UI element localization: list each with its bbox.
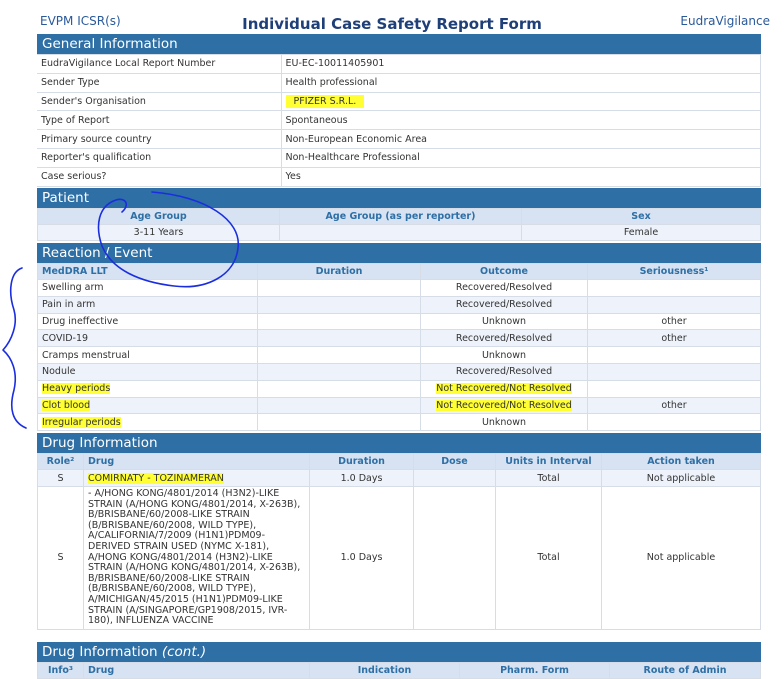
table-row: Nodule Recovered/Resolved — [37, 362, 761, 381]
case-serious: Yes — [281, 166, 761, 187]
table-row: Pain in arm Recovered/Resolved — [37, 295, 761, 314]
highlighted-reaction: Irregular periods — [42, 416, 121, 428]
table-row: 3-11 Years Female — [37, 224, 761, 241]
eudravigilance-label: EudraVigilance — [680, 14, 770, 28]
patient-table: Age Group Age Group (as per reporter) Se… — [37, 208, 761, 241]
table-row: COVID-19 Recovered/Resolved other — [37, 329, 761, 348]
form-title: Individual Case Safety Report Form — [242, 15, 542, 33]
reaction-table: MedDRA LLT Duration Outcome Seriousness¹… — [37, 263, 761, 432]
table-row: Irregular periods Unknown — [37, 413, 761, 432]
general-information-table: EudraVigilance Local Report Number EU-EC-… — [37, 54, 761, 187]
drug-table: Role² Drug Duration Dose Units in Interv… — [37, 453, 761, 630]
reporter-qualification: Non-Healthcare Professional — [281, 147, 761, 168]
table-header-row: MedDRA LLT Duration Outcome Seriousness¹ — [37, 263, 761, 280]
table-header-row: Age Group Age Group (as per reporter) Se… — [37, 208, 761, 225]
table-row: Type of Report Spontaneous — [37, 110, 761, 131]
brace-annotation — [2, 267, 27, 429]
table-row: Cramps menstrual Unknown — [37, 346, 761, 364]
section-reaction-event: Reaction / Event — [37, 243, 761, 263]
table-row: Reporter's qualification Non-Healthcare P… — [37, 147, 761, 168]
highlighted-outcome: Not Recovered/Not Resolved — [436, 383, 572, 395]
table-row: Sender's Organisation PFIZER S.R.L. — [37, 91, 761, 112]
sender-organisation: PFIZER S.R.L. — [285, 94, 365, 108]
table-row: S COMIRNATY - TOZINAMERAN 1.0 Days Total… — [37, 469, 761, 487]
highlighted-outcome: Not Recovered/Not Resolved — [436, 399, 572, 411]
highlighted-reaction: Heavy periods — [42, 383, 111, 395]
sender-type: Health professional — [281, 72, 761, 93]
section-general-information: General Information — [37, 34, 761, 54]
table-row: Heavy periods Not Recovered/Not Resolved — [37, 379, 761, 398]
highlighted-reaction: Clot blood — [42, 399, 91, 411]
table-row: Case serious? Yes — [37, 166, 761, 187]
section-drug-information: Drug Information — [37, 433, 761, 453]
table-row: Sender Type Health professional — [37, 72, 761, 93]
table-header-row: Role² Drug Duration Dose Units in Interv… — [37, 453, 761, 470]
table-row: Drug ineffective Unknown other — [37, 312, 761, 331]
table-row: Swelling arm Recovered/Resolved — [37, 279, 761, 297]
section-patient: Patient — [37, 188, 761, 208]
section-drug-information-cont: Drug Information (cont.) — [37, 642, 761, 662]
age-group-reporter — [279, 224, 522, 241]
table-row: EudraVigilance Local Report Number EU-EC-… — [37, 54, 761, 74]
report-type: Spontaneous — [281, 110, 761, 131]
local-report-number: EU-EC-10011405901 — [281, 54, 761, 74]
primary-source-country: Non-European Economic Area — [281, 129, 761, 149]
sex: Female — [521, 224, 761, 241]
table-row: Primary source country Non-European Econo… — [37, 129, 761, 149]
age-group: 3-11 Years — [37, 224, 280, 241]
influenza-vaccine-description: - A/HONG KONG/4801/2014 (H3N2)-LIKE STRA… — [83, 486, 310, 630]
highlighted-drug: COMIRNATY - TOZINAMERAN — [88, 472, 224, 484]
table-row: Clot blood Not Recovered/Not Resolved othe… — [37, 396, 761, 415]
table-row: S - A/HONG KONG/4801/2014 (H3N2)-LIKE ST… — [37, 486, 761, 630]
report-header: EVPM ICSR(s) Individual Case Safety Repo… — [0, 0, 784, 34]
